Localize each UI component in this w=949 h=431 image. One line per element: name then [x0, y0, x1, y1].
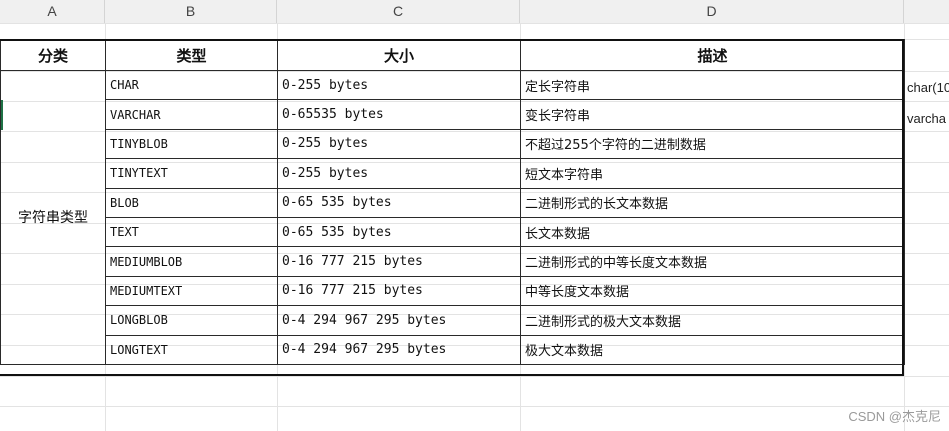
type-cell[interactable]: CHAR — [105, 69, 278, 101]
type-cell[interactable]: BLOB — [105, 187, 278, 218]
table-row: MEDIUMBLOB 0-16 777 215 bytes 二进制形式的中等长度… — [1, 246, 905, 277]
type-cell[interactable]: VARCHAR — [105, 99, 278, 130]
column-header-d[interactable]: D — [520, 0, 904, 23]
type-cell[interactable]: TINYBLOB — [105, 128, 278, 160]
size-cell[interactable]: 0-16 777 215 bytes — [277, 275, 521, 307]
type-cell[interactable]: TEXT — [105, 216, 278, 248]
header-type[interactable]: 类型 — [105, 39, 278, 71]
size-cell[interactable]: 0-255 bytes — [277, 158, 521, 189]
size-cell[interactable]: 0-65 535 bytes — [277, 216, 521, 248]
table-row: MEDIUMTEXT 0-16 777 215 bytes 中等长度文本数据 — [1, 275, 905, 307]
description-cell[interactable]: 二进制形式的长文本数据 — [520, 187, 905, 218]
size-cell[interactable]: 0-65535 bytes — [277, 99, 521, 130]
size-cell[interactable]: 0-255 bytes — [277, 128, 521, 160]
description-cell[interactable]: 二进制形式的极大文本数据 — [520, 305, 905, 336]
description-cell[interactable]: 变长字符串 — [520, 99, 905, 130]
column-header-c[interactable]: C — [277, 0, 520, 23]
description-cell[interactable]: 不超过255个字符的二进制数据 — [520, 128, 905, 160]
description-cell[interactable]: 极大文本数据 — [520, 334, 905, 365]
table-row: 字符串类型 CHAR 0-255 bytes 定长字符串 — [0, 69, 905, 365]
size-cell[interactable]: 0-4 294 967 295 bytes — [277, 305, 521, 336]
table-row: LONGBLOB 0-4 294 967 295 bytes 二进制形式的极大文… — [1, 305, 905, 336]
table-row: TEXT 0-65 535 bytes 长文本数据 — [1, 216, 905, 248]
type-cell[interactable]: TINYTEXT — [105, 158, 278, 189]
description-cell[interactable]: 二进制形式的中等长度文本数据 — [520, 246, 905, 277]
table-header-row: 分类 类型 大小 描述 — [0, 39, 905, 71]
watermark: CSDN @杰克尼 — [848, 409, 941, 424]
column-header-e[interactable] — [904, 0, 949, 23]
header-category[interactable]: 分类 — [0, 39, 106, 71]
size-cell[interactable]: 0-65 535 bytes — [277, 187, 521, 218]
size-cell[interactable]: 0-255 bytes — [277, 69, 521, 101]
column-header-a[interactable]: A — [0, 0, 105, 23]
overflow-cell-note[interactable]: char(10 — [907, 80, 949, 95]
table-row: TINYBLOB 0-255 bytes 不超过255个字符的二进制数据 — [1, 128, 905, 160]
type-cell[interactable]: LONGBLOB — [105, 305, 278, 336]
description-cell[interactable]: 中等长度文本数据 — [520, 275, 905, 307]
table-row: TINYTEXT 0-255 bytes 短文本字符串 — [1, 158, 905, 189]
type-cell[interactable]: MEDIUMTEXT — [105, 275, 278, 307]
size-cell[interactable]: 0-4 294 967 295 bytes — [277, 334, 521, 365]
overflow-cell-note[interactable]: varcha — [907, 111, 949, 126]
category-cell[interactable]: 字符串类型 — [0, 70, 106, 365]
description-cell[interactable]: 定长字符串 — [520, 69, 905, 101]
header-size[interactable]: 大小 — [277, 39, 521, 71]
size-cell[interactable]: 0-16 777 215 bytes — [277, 246, 521, 277]
header-description[interactable]: 描述 — [520, 39, 905, 71]
table-row: LONGTEXT 0-4 294 967 295 bytes 极大文本数据 — [1, 334, 905, 365]
type-cell[interactable]: MEDIUMBLOB — [105, 246, 278, 277]
description-cell[interactable]: 长文本数据 — [520, 216, 905, 248]
column-header-b[interactable]: B — [105, 0, 277, 23]
table-row: VARCHAR 0-65535 bytes 变长字符串 — [1, 99, 905, 130]
table-row: BLOB 0-65 535 bytes 二进制形式的长文本数据 — [1, 187, 905, 218]
type-cell[interactable]: LONGTEXT — [105, 334, 278, 365]
data-type-table: 分类 类型 大小 描述 字符串类型 CHAR 0-255 bytes 定长字符串… — [0, 39, 905, 365]
description-cell[interactable]: 短文本字符串 — [520, 158, 905, 189]
column-header-bar: A B C D — [0, 0, 949, 24]
